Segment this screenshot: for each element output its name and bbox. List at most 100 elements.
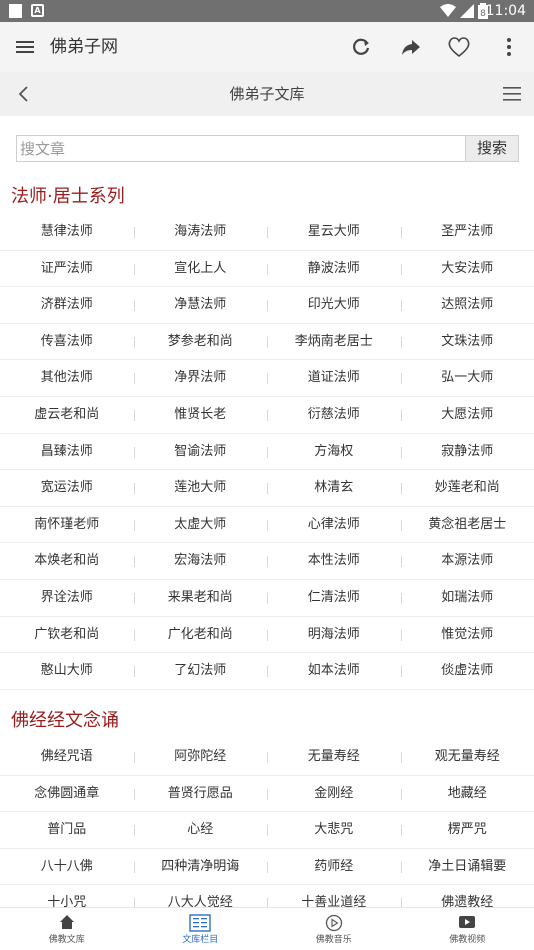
system-icons: 8 — [440, 3, 488, 19]
nav-label: 文库栏目 — [182, 935, 219, 945]
grid-link[interactable]: 宏海法师 — [133, 543, 268, 579]
grid-link[interactable]: 圣严法师 — [400, 214, 534, 250]
grid-link[interactable]: 阿弥陀经 — [133, 739, 268, 775]
grid-link[interactable]: 方海权 — [267, 434, 401, 470]
grid-link[interactable]: 昌臻法师 — [0, 434, 134, 470]
grid-link[interactable]: 衍慈法师 — [267, 397, 401, 433]
grid-link[interactable]: 本性法师 — [267, 543, 401, 579]
refresh-icon[interactable] — [348, 34, 374, 60]
grid-link[interactable]: 界诠法师 — [0, 580, 134, 616]
grid-link[interactable]: 净土日诵辑要 — [400, 849, 534, 885]
nav-item-library[interactable]: 佛教文库 — [0, 908, 134, 950]
nav-label: 佛教视频 — [449, 935, 486, 945]
grid-link[interactable]: 楞严咒 — [400, 812, 534, 848]
grid-link[interactable]: 心律法师 — [267, 507, 401, 543]
section-title-masters: 法师·居士系列 — [11, 186, 125, 207]
grid-link[interactable]: 寂静法师 — [400, 434, 534, 470]
grid-link[interactable]: 太虚大师 — [133, 507, 268, 543]
grid-link[interactable]: 宽运法师 — [0, 470, 134, 506]
grid-link[interactable]: 李炳南老居士 — [267, 324, 401, 360]
grid-link[interactable]: 如本法师 — [267, 653, 401, 689]
grid-link[interactable]: 憨山大师 — [0, 653, 134, 689]
grid-link[interactable]: 南怀瑾老师 — [0, 507, 134, 543]
grid-link[interactable]: 净慧法师 — [133, 287, 268, 323]
notification-icon — [9, 4, 22, 18]
grid-link[interactable]: 普门品 — [0, 812, 134, 848]
grid-link[interactable]: 达照法师 — [400, 287, 534, 323]
grid-link[interactable]: 广钦老和尚 — [0, 617, 134, 653]
table-row: 普门品 心经 大悲咒 楞严咒 — [0, 812, 534, 849]
grid-link[interactable]: 海涛法师 — [133, 214, 268, 250]
search-input[interactable] — [20, 138, 460, 159]
more-icon[interactable] — [496, 34, 522, 60]
grid-link[interactable]: 本焕老和尚 — [0, 543, 134, 579]
grid-link[interactable]: 来果老和尚 — [133, 580, 268, 616]
grid-link[interactable]: 其他法师 — [0, 360, 134, 396]
table-row: 佛经咒语 阿弥陀经 无量寿经 观无量寿经 — [0, 739, 534, 776]
grid-link[interactable]: 仁清法师 — [267, 580, 401, 616]
grid-link[interactable]: 普贤行愿品 — [133, 776, 268, 812]
grid-link[interactable]: 念佛圆通章 — [0, 776, 134, 812]
grid-link[interactable]: 证严法师 — [0, 251, 134, 287]
grid-link[interactable]: 大安法师 — [400, 251, 534, 287]
grid-link[interactable]: 药师经 — [267, 849, 401, 885]
nav-item-columns[interactable]: 文库栏目 — [134, 908, 268, 950]
nav-label: 佛教文库 — [48, 935, 85, 945]
grid-link[interactable]: 大悲咒 — [267, 812, 401, 848]
grid-link[interactable]: 地藏经 — [400, 776, 534, 812]
grid-link[interactable]: 莲池大师 — [133, 470, 268, 506]
grid-link[interactable]: 宣化上人 — [133, 251, 268, 287]
share-icon[interactable] — [398, 34, 424, 60]
grid-link[interactable]: 林清玄 — [267, 470, 401, 506]
nav-label: 佛教音乐 — [315, 935, 352, 945]
nav-item-video[interactable]: 佛教视频 — [401, 908, 534, 950]
grid-link[interactable]: 本源法师 — [400, 543, 534, 579]
grid-link[interactable]: 妙莲老和尚 — [400, 470, 534, 506]
grid-link[interactable]: 传喜法师 — [0, 324, 134, 360]
grid-link[interactable]: 观无量寿经 — [400, 739, 534, 775]
grid-link[interactable]: 佛经咒语 — [0, 739, 134, 775]
grid-link[interactable]: 惟觉法师 — [400, 617, 534, 653]
grid-link[interactable]: 星云大师 — [267, 214, 401, 250]
grid-link[interactable]: 广化老和尚 — [133, 617, 268, 653]
grid-link[interactable]: 虚云老和尚 — [0, 397, 134, 433]
table-row: 慧律法师 海涛法师 星云大师 圣严法师 — [0, 214, 534, 251]
grid-link[interactable]: 印光大师 — [267, 287, 401, 323]
grid-link[interactable]: 明海法师 — [267, 617, 401, 653]
grid-link[interactable]: 无量寿经 — [267, 739, 401, 775]
grid-link[interactable]: 净界法师 — [133, 360, 268, 396]
grid-link[interactable]: 济群法师 — [0, 287, 134, 323]
grid-link[interactable]: 慧律法师 — [0, 214, 134, 250]
app-bar: 佛弟子网 — [0, 22, 534, 72]
list-icon[interactable] — [502, 84, 522, 104]
grid-link[interactable]: 了幻法师 — [133, 653, 268, 689]
sutras-grid: 佛经咒语 阿弥陀经 无量寿经 观无量寿经 念佛圆通章 普贤行愿品 金刚经 地藏经 普门品 心经 大悲… — [0, 739, 534, 922]
table-row: 虚云老和尚 惟贤长老 衍慈法师 大愿法师 — [0, 397, 534, 434]
grid-link[interactable]: 静波法师 — [267, 251, 401, 287]
grid-link[interactable]: 弘一大师 — [400, 360, 534, 396]
grid-link[interactable]: 道证法师 — [267, 360, 401, 396]
heart-icon[interactable] — [446, 34, 472, 60]
table-row: 广钦老和尚 广化老和尚 明海法师 惟觉法师 — [0, 617, 534, 654]
grid-link[interactable]: 大愿法师 — [400, 397, 534, 433]
columns-icon — [189, 914, 211, 932]
menu-icon[interactable] — [14, 36, 36, 58]
grid-link[interactable]: 如瑞法师 — [400, 580, 534, 616]
search-bar: 搜索 — [16, 135, 519, 162]
nav-item-music[interactable]: 佛教音乐 — [267, 908, 401, 950]
search-button[interactable]: 搜索 — [465, 136, 518, 161]
grid-link[interactable]: 惟贤长老 — [133, 397, 268, 433]
sub-header: 佛弟子文库 — [0, 72, 534, 116]
section-title-sutras: 佛经经文念诵 — [11, 710, 119, 731]
grid-link[interactable]: 倓虚法师 — [400, 653, 534, 689]
grid-link[interactable]: 智谕法师 — [133, 434, 268, 470]
grid-link[interactable]: 文珠法师 — [400, 324, 534, 360]
grid-link[interactable]: 黄念祖老居士 — [400, 507, 534, 543]
table-row: 传喜法师 梦参老和尚 李炳南老居士 文珠法师 — [0, 324, 534, 361]
grid-link[interactable]: 八十八佛 — [0, 849, 134, 885]
home-icon — [59, 915, 74, 929]
grid-link[interactable]: 四种清净明诲 — [133, 849, 268, 885]
grid-link[interactable]: 梦参老和尚 — [133, 324, 268, 360]
grid-link[interactable]: 金刚经 — [267, 776, 401, 812]
grid-link[interactable]: 心经 — [133, 812, 268, 848]
